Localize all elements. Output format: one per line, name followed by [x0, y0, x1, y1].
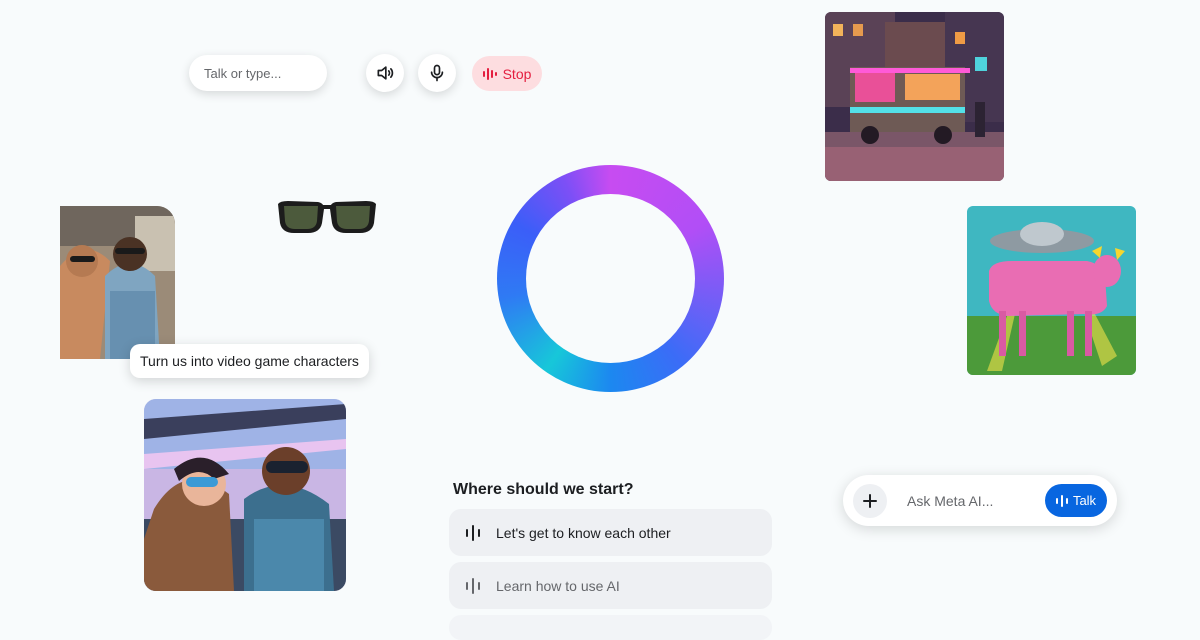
- waveform-icon: [482, 67, 497, 80]
- suggestion-label: Let's get to know each other: [496, 524, 671, 541]
- prompt-bubble-text: Turn us into video game characters: [140, 353, 359, 369]
- suggestion-partial[interactable]: [449, 615, 772, 640]
- suggestion-know-each-other[interactable]: Let's get to know each other: [449, 509, 772, 556]
- stop-button[interactable]: Stop: [472, 56, 542, 91]
- add-button[interactable]: [853, 483, 887, 518]
- speaker-icon: [377, 66, 394, 80]
- voice-waveform-icon: [466, 524, 480, 541]
- suggestions-title: Where should we start?: [453, 481, 634, 498]
- talk-button[interactable]: Talk: [1045, 484, 1107, 517]
- stop-label: Stop: [502, 65, 532, 82]
- meta-ai-ring: [497, 165, 724, 392]
- pink-cow-ufo-image: [967, 206, 1136, 375]
- speaker-button[interactable]: [366, 54, 404, 92]
- voice-waveform-icon: [466, 577, 480, 594]
- suggestion-learn-ai[interactable]: Learn how to use AI: [449, 562, 772, 609]
- smart-glasses-image: [276, 199, 378, 237]
- microphone-icon: [430, 64, 444, 82]
- waveform-icon: [1055, 494, 1068, 507]
- talk-or-type-input[interactable]: Talk or type...: [189, 55, 327, 91]
- ask-input-placeholder[interactable]: Ask Meta AI...: [907, 493, 1045, 509]
- microphone-button[interactable]: [418, 54, 456, 92]
- video-game-characters-image: [144, 399, 346, 591]
- prompt-bubble: Turn us into video game characters: [130, 344, 369, 378]
- suggestion-label: Learn how to use AI: [496, 577, 620, 594]
- talk-label: Talk: [1072, 493, 1097, 508]
- ask-meta-ai-bar[interactable]: Ask Meta AI... Talk: [843, 475, 1117, 526]
- talk-input-placeholder: Talk or type...: [204, 65, 282, 81]
- couple-photo: [60, 206, 175, 359]
- food-truck-image: [825, 12, 1004, 181]
- plus-icon: [863, 493, 877, 508]
